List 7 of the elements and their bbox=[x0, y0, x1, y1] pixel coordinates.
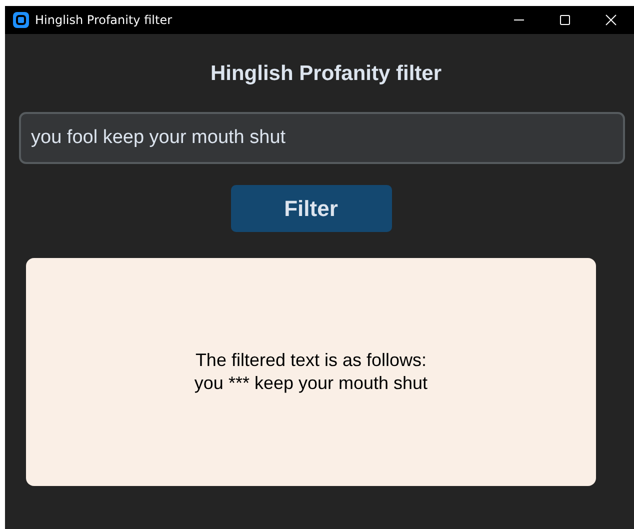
text-input-field[interactable]: you fool keep your mouth shut bbox=[19, 112, 625, 164]
app-icon bbox=[13, 12, 29, 28]
window-title: Hinglish Profanity filter bbox=[35, 13, 172, 27]
app-heading: Hinglish Profanity filter bbox=[210, 62, 442, 86]
result-text: you *** keep your mouth shut bbox=[194, 372, 428, 395]
filter-button[interactable]: Filter bbox=[230, 185, 392, 232]
result-text: The filtered text is as follows: bbox=[195, 349, 427, 372]
